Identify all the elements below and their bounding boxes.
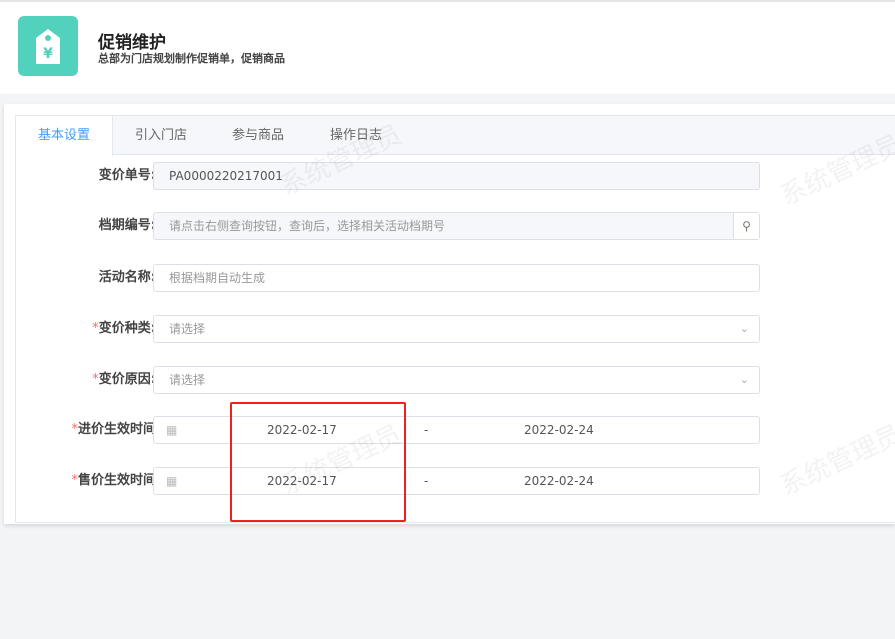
row-activity-name: 活动名称: 根据档期自动生成	[16, 264, 895, 292]
purchase-end-date[interactable]: 2022-02-24	[524, 417, 594, 443]
row-order-no: 变价单号: PA0000220217001	[16, 162, 895, 190]
label-price-type-text: 变价种类:	[98, 321, 156, 336]
chevron-down-icon: ⌄	[739, 322, 749, 335]
label-price-type: *变价种类:	[92, 315, 156, 343]
chevron-down-icon: ⌄	[739, 373, 749, 386]
tab-import-stores[interactable]: 引入门店	[113, 116, 209, 155]
search-icon[interactable]: ⚲	[733, 213, 759, 239]
period-no-placeholder: 请点击右侧查询按钮，查询后，选择相关活动档期号	[169, 219, 446, 233]
price-reason-select[interactable]: 请选择 ⌄	[153, 366, 760, 394]
price-reason-placeholder: 请选择	[169, 373, 206, 387]
row-sale-time: *售价生效时间 ▦ 2022-02-17 - 2022-02-24	[16, 467, 895, 495]
tab-basic-settings[interactable]: 基本设置	[16, 116, 113, 156]
tab-products[interactable]: 参与商品	[209, 116, 307, 155]
activity-name-input[interactable]: 根据档期自动生成	[153, 264, 760, 292]
price-tag-yen-icon: ¥	[18, 16, 78, 76]
label-purchase-time: *进价生效时间	[71, 416, 156, 444]
order-no-input[interactable]: PA0000220217001	[153, 162, 760, 190]
label-sale-time-text: 售价生效时间	[77, 473, 156, 488]
calendar-icon: ▦	[166, 474, 178, 488]
tab-bar: 基本设置 引入门店 参与商品 操作日志	[16, 116, 895, 156]
svg-text:¥: ¥	[43, 46, 53, 62]
label-order-no: 变价单号:	[98, 168, 156, 183]
sale-end-date[interactable]: 2022-02-24	[524, 468, 594, 494]
period-no-input[interactable]: 请点击右侧查询按钮，查询后，选择相关活动档期号 ⚲	[153, 212, 760, 240]
page-subtitle: 总部为门店规划制作促销单，促销商品	[98, 52, 285, 65]
row-purchase-time: *进价生效时间 ▦ 2022-02-17 - 2022-02-24	[16, 416, 895, 444]
range-separator: -	[424, 423, 429, 437]
label-price-reason: *变价原因:	[92, 366, 156, 394]
label-activity-name: 活动名称:	[98, 270, 156, 285]
price-type-placeholder: 请选择	[169, 322, 206, 336]
row-period-no: 档期编号: 请点击右侧查询按钮，查询后，选择相关活动档期号 ⚲	[16, 212, 895, 240]
price-type-select[interactable]: 请选择 ⌄	[153, 315, 760, 343]
label-sale-time: *售价生效时间	[71, 467, 156, 495]
range-separator: -	[424, 474, 429, 488]
calendar-icon: ▦	[166, 423, 178, 437]
tab-panel: 基本设置 引入门店 参与商品 操作日志 变价单号: PA000022021700…	[15, 115, 895, 523]
highlight-annotation-box	[230, 402, 406, 522]
label-price-reason-text: 变价原因:	[98, 372, 156, 387]
row-price-type: *变价种类: 请选择 ⌄	[16, 315, 895, 343]
label-period-no: 档期编号:	[98, 218, 156, 233]
row-price-reason: *变价原因: 请选择 ⌄	[16, 366, 895, 394]
label-purchase-time-text: 进价生效时间	[77, 422, 156, 437]
